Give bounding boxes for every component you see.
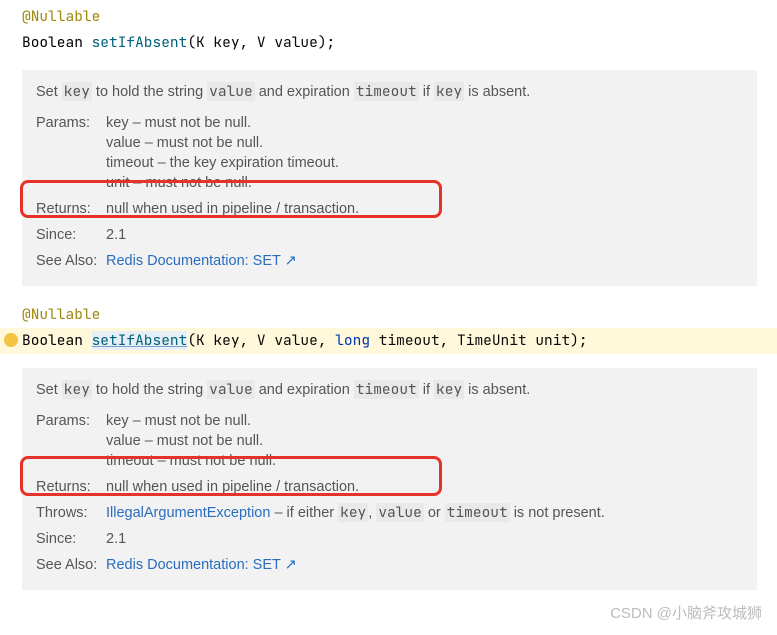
- since-label: Since:: [36, 225, 106, 245]
- since-label: Since:: [36, 529, 106, 549]
- exception-link[interactable]: IllegalArgumentException: [106, 505, 270, 521]
- throws-value: IllegalArgumentException – if either key…: [106, 503, 605, 523]
- seealso-label: See Also:: [36, 555, 106, 575]
- javadoc-summary: Set key to hold the string value and exp…: [36, 82, 743, 102]
- returns-value: null when used in pipeline / transaction…: [106, 199, 359, 219]
- method-signature-2-wrapper: @Nullable Boolean setIfAbsent(K key, V v…: [0, 302, 777, 354]
- since-value: 2.1: [106, 225, 126, 245]
- seealso-value: Redis Documentation: SET ↗: [106, 251, 297, 271]
- method-name-highlighted[interactable]: setIfAbsent: [92, 331, 188, 350]
- params-row: Params: key – must not be null. value – …: [36, 408, 743, 474]
- csdn-watermark: CSDN @小脑斧攻城狮: [610, 602, 762, 623]
- since-value: 2.1: [106, 529, 126, 549]
- intention-bulb-icon[interactable]: [4, 333, 18, 347]
- method-signature-2-line2: Boolean setIfAbsent(K key, V value, long…: [0, 328, 777, 354]
- returns-label: Returns:: [36, 199, 106, 219]
- annotation-nullable: @Nullable: [22, 7, 100, 26]
- javadoc-block-1: Set key to hold the string value and exp…: [22, 70, 757, 286]
- method-signature-1: @Nullable: [0, 4, 777, 30]
- params-label: Params:: [36, 411, 106, 471]
- params-value: key – must not be null. value – must not…: [106, 411, 276, 471]
- method-name: setIfAbsent: [92, 33, 188, 52]
- javadoc-block-2: Set key to hold the string value and exp…: [22, 368, 757, 590]
- throws-label: Throws:: [36, 503, 106, 523]
- seealso-row: See Also: Redis Documentation: SET ↗: [36, 552, 743, 578]
- seealso-label: See Also:: [36, 251, 106, 271]
- method-signature-2: @Nullable: [0, 302, 777, 328]
- redis-doc-link[interactable]: Redis Documentation: SET: [106, 557, 281, 573]
- method-signature-1-line2: Boolean setIfAbsent(K key, V value);: [0, 30, 777, 56]
- redis-doc-link[interactable]: Redis Documentation: SET: [106, 253, 281, 269]
- params-value: key – must not be null. value – must not…: [106, 113, 339, 193]
- returns-label: Returns:: [36, 477, 106, 497]
- returns-value: null when used in pipeline / transaction…: [106, 477, 359, 497]
- params-label: Params:: [36, 113, 106, 193]
- since-row: Since: 2.1: [36, 222, 743, 248]
- returns-row: Returns: null when used in pipeline / tr…: [36, 474, 743, 500]
- external-link-icon: ↗: [285, 557, 297, 573]
- javadoc-summary: Set key to hold the string value and exp…: [36, 380, 743, 400]
- seealso-row: See Also: Redis Documentation: SET ↗: [36, 248, 743, 274]
- since-row: Since: 2.1: [36, 526, 743, 552]
- seealso-value: Redis Documentation: SET ↗: [106, 555, 297, 575]
- throws-row: Throws: IllegalArgumentException – if ei…: [36, 500, 743, 526]
- params-row: Params: key – must not be null. value – …: [36, 110, 743, 196]
- returns-row: Returns: null when used in pipeline / tr…: [36, 196, 743, 222]
- external-link-icon: ↗: [285, 253, 297, 269]
- annotation-nullable: @Nullable: [22, 305, 100, 324]
